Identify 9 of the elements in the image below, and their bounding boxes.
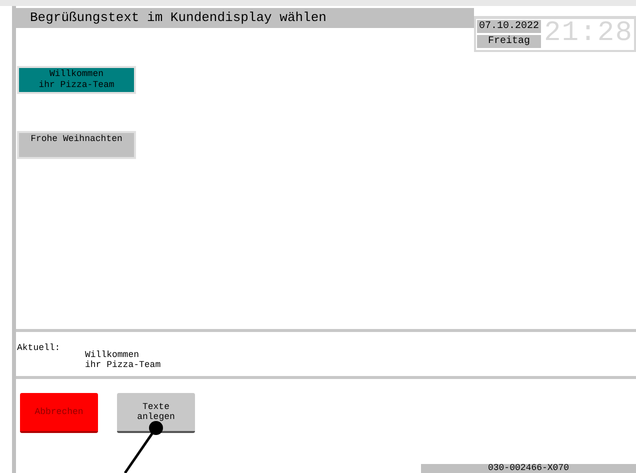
weekday-label: Freitag <box>477 35 541 48</box>
current-text: Willkommen ihr Pizza-Team <box>85 350 161 372</box>
window-title: Begrüßungstext im Kundendisplay wählen <box>16 8 474 28</box>
create-texts-button[interactable]: Texte anlegen <box>117 393 195 433</box>
footer-code: 030-002466-X070 <box>421 464 636 473</box>
greeting-text-button[interactable]: Frohe Weihnachten <box>17 131 136 159</box>
date-label: 07.10.2022 <box>477 20 541 33</box>
current-label: Aktuell: <box>17 343 62 355</box>
greeting-text-button[interactable]: Willkommen ihr Pizza-Team <box>17 66 136 94</box>
